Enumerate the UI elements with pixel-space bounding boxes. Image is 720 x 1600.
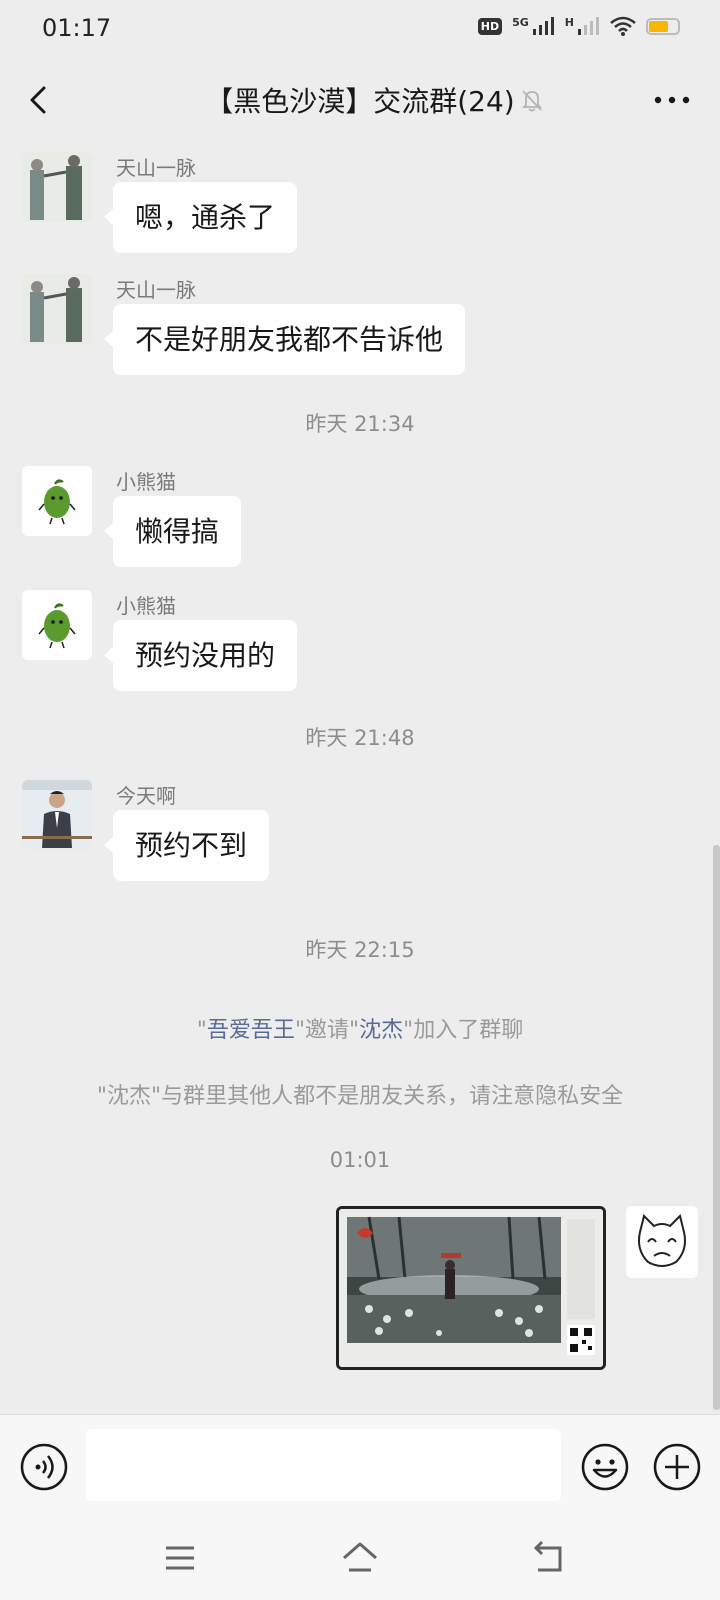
bell-off-icon [518, 86, 546, 114]
plus-icon [653, 1443, 701, 1491]
more-functions-button[interactable] [653, 1443, 701, 1491]
message-input[interactable] [86, 1429, 561, 1501]
voice-icon [20, 1443, 68, 1491]
avatar-green-cartoon[interactable] [22, 590, 92, 660]
message-bubble[interactable]: 嗯，通杀了 [103, 182, 298, 253]
more-button[interactable] [650, 82, 694, 118]
home-icon [343, 1542, 377, 1572]
avatar-green-cartoon[interactable] [22, 466, 92, 536]
sender-name: 天山一脉 [116, 278, 196, 302]
system-invite-note: "吾爱吾王"邀请"沈杰"加入了群聊 [0, 1012, 720, 1044]
sender-name: 今天啊 [116, 784, 176, 808]
timestamp: 昨天 21:34 [305, 412, 415, 436]
network-5g-label: 5G [512, 15, 529, 29]
status-time: 01:17 [42, 14, 112, 42]
wifi-icon [610, 16, 636, 36]
hd-badge: HD [477, 17, 503, 35]
message-bubble[interactable]: 预约没用的 [103, 620, 298, 691]
message-bubble[interactable]: 不是好朋友我都不告诉他 [103, 304, 466, 375]
inviter-link[interactable]: 吾爱吾王 [207, 1018, 295, 1043]
timestamp: 昨天 21:48 [305, 726, 415, 750]
status-icons: HD 5G H [477, 15, 680, 36]
invitee-link[interactable]: 沈杰 [359, 1018, 403, 1043]
privacy-note: "沈杰"与群里其他人都不是朋友关系，请注意隐私安全 [96, 1084, 624, 1109]
invite-end-text: "加入了群聊 [403, 1018, 524, 1043]
scrollbar[interactable] [713, 845, 720, 1410]
cartoon-cat-icon [626, 1206, 698, 1278]
my-avatar[interactable] [626, 1206, 698, 1278]
group-title: 【黑色沙漠】交流群(24) [205, 85, 515, 118]
emoji-button[interactable] [581, 1443, 629, 1491]
status-bar: 01:17 HD 5G H [0, 0, 720, 58]
chat-header: 【黑色沙漠】交流群(24) [0, 58, 720, 142]
menu-icon [166, 1546, 194, 1570]
chat-area[interactable]: 天山一脉 嗯，通杀了 天山一脉 不是好朋友我都不告诉他 昨天 21:34 小熊猫… [0, 142, 720, 1414]
battery-icon [646, 17, 680, 35]
system-navigation-bar [0, 1518, 720, 1600]
input-bar [0, 1414, 720, 1519]
signal-icon [532, 17, 554, 35]
avatar-tianshan[interactable] [22, 274, 92, 344]
voice-button[interactable] [20, 1443, 68, 1491]
invite-mid-text: "邀请" [294, 1018, 360, 1043]
home-nav-button[interactable] [340, 1538, 380, 1578]
sender-name: 天山一脉 [116, 156, 196, 180]
battery-level [649, 20, 668, 32]
message-bubble[interactable]: 懒得搞 [103, 496, 242, 567]
avatar-tianshan[interactable] [22, 152, 92, 222]
quote-mark: " [196, 1018, 207, 1043]
signal-weak-icon [578, 17, 599, 35]
timestamp: 昨天 22:15 [305, 938, 415, 962]
sender-name: 小熊猫 [116, 594, 176, 618]
message-bubble[interactable]: 预约不到 [103, 810, 270, 881]
more-dots-icon [654, 96, 690, 104]
sender-name: 小熊猫 [116, 470, 176, 494]
image-message[interactable] [336, 1206, 606, 1370]
back-nav-button[interactable] [530, 1538, 570, 1578]
game-screenshot-image [339, 1209, 603, 1367]
emoji-icon [581, 1443, 629, 1491]
menu-nav-button[interactable] [160, 1538, 200, 1578]
avatar-man-suit[interactable] [22, 780, 92, 850]
network-h-label: H [564, 15, 574, 29]
back-nav-icon [533, 1540, 562, 1572]
timestamp: 01:01 [329, 1148, 391, 1172]
